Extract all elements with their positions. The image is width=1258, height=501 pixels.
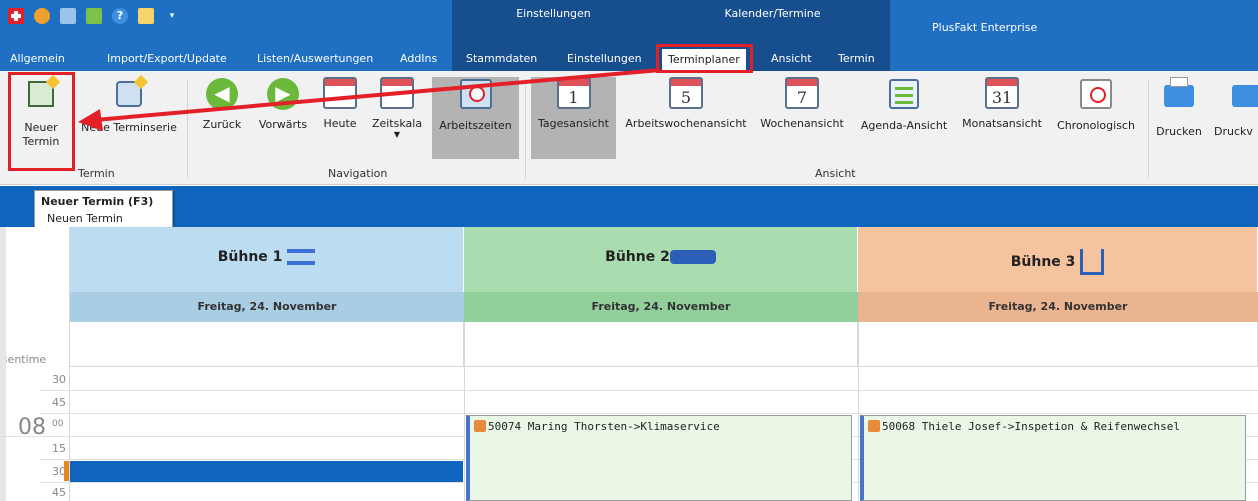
- appointment-person-icon: [474, 420, 486, 432]
- calendar-grid: Bentime Bühne 1 Bühne 2 Bühne 3 Freitag,…: [0, 227, 1258, 501]
- appointment-text: 50074 Maring Thorsten->Klimaservice: [488, 420, 720, 433]
- resource-name-1-text: Bühne 1: [217, 249, 283, 265]
- time-label-45b: 45: [52, 486, 66, 499]
- resource-name-1: Bühne 1: [70, 249, 463, 265]
- car-jack-icon: [669, 250, 716, 264]
- column-divider: [858, 322, 859, 501]
- hour-label-08: 08: [18, 415, 46, 440]
- calendar-header-strip: [0, 186, 1258, 227]
- time-label-30: 30: [52, 373, 66, 386]
- time-label-15: 15: [52, 442, 66, 455]
- selected-time-slot[interactable]: [70, 461, 463, 482]
- time-label-45: 45: [52, 396, 66, 409]
- date-header-1[interactable]: Freitag, 24. November: [70, 292, 464, 322]
- resource-name-2-text: Bühne 2: [605, 249, 670, 265]
- two-post-lift-icon: [1080, 249, 1105, 275]
- time-header: Bentime: [0, 353, 47, 366]
- lift-icon: [287, 249, 316, 265]
- all-day-area-2[interactable]: [464, 322, 858, 367]
- tooltip-title: Neuer Termin (F3): [41, 195, 154, 208]
- resource-header-3: Bühne 3: [858, 227, 1258, 292]
- appointment-item[interactable]: 50074 Maring Thorsten->Klimaservice: [466, 415, 852, 501]
- resource-header-1: Bühne 1: [70, 227, 464, 292]
- date-header-2[interactable]: Freitag, 24. November: [464, 292, 858, 322]
- appointment-item[interactable]: 50068 Thiele Josef->Inspetion & Reifenwe…: [860, 415, 1246, 501]
- appointment-person-icon: [868, 420, 880, 432]
- date-header-3[interactable]: Freitag, 24. November: [858, 292, 1258, 322]
- column-divider: [464, 322, 465, 501]
- left-vertical-bar: [0, 227, 6, 501]
- time-row-line: [40, 413, 1258, 414]
- all-day-area-3[interactable]: [858, 322, 1258, 367]
- time-row-line: [40, 390, 1258, 391]
- resource-name-3-text: Bühne 3: [1010, 254, 1076, 270]
- resource-name-2: Bühne 2: [464, 249, 857, 265]
- current-time-marker: [64, 461, 69, 481]
- all-day-area-1[interactable]: [70, 322, 464, 367]
- resource-name-3: Bühne 3: [858, 249, 1257, 275]
- appointment-text: 50068 Thiele Josef->Inspetion & Reifenwe…: [882, 420, 1181, 433]
- time-label-00: 00: [52, 419, 64, 429]
- resource-header-2: Bühne 2: [464, 227, 858, 292]
